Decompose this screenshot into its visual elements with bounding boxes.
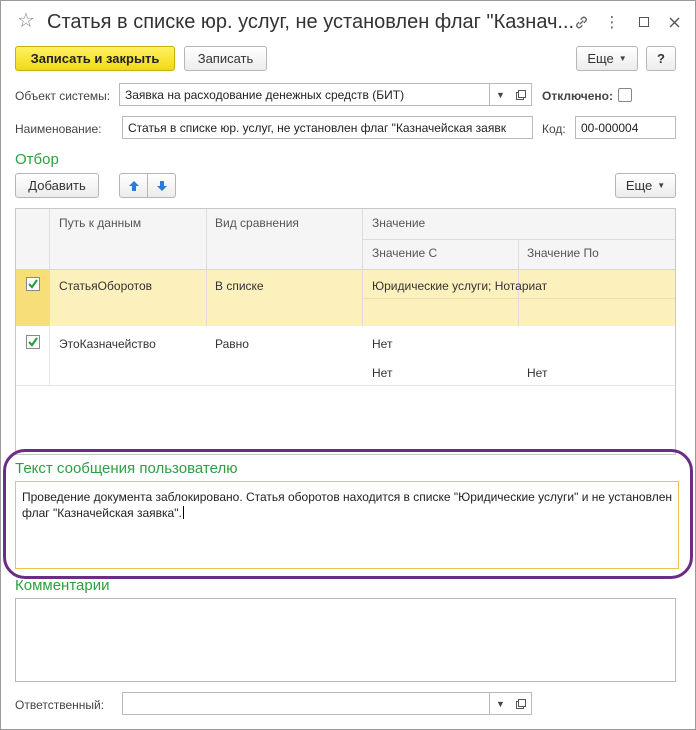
comments-textarea[interactable]: [15, 598, 676, 682]
arrow-up-icon: [128, 180, 139, 191]
arrow-down-icon: [156, 180, 167, 191]
save-and-close-button[interactable]: Записать и закрыть: [15, 46, 175, 71]
window-title: Статья в списке юр. услуг, не установлен…: [47, 11, 575, 33]
comments-section-title: Комментарии: [15, 577, 110, 594]
caret-down-icon: ▼: [618, 54, 627, 63]
filter-section-title: Отбор: [15, 151, 59, 168]
responsible-field[interactable]: [122, 692, 490, 715]
close-icon[interactable]: [663, 11, 685, 33]
name-label: Наименование:: [15, 122, 102, 136]
message-section-title: Текст сообщения пользователю: [15, 460, 238, 477]
responsible-dropdown-button[interactable]: ▼: [490, 692, 512, 715]
caret-down-icon: ▼: [657, 181, 666, 190]
row-1-comparison: В списке: [215, 279, 264, 293]
row-1-value[interactable]: Юридические услуги; Нотариат: [372, 279, 547, 293]
favorite-star-icon[interactable]: ☆: [17, 11, 35, 31]
message-textarea[interactable]: Проведение документа заблокировано. Стат…: [15, 481, 679, 569]
filter-table: Путь к данным Вид сравнения Значение Зна…: [15, 208, 676, 455]
column-value[interactable]: Значение: [372, 216, 425, 230]
row-2-comparison: Равно: [215, 337, 249, 351]
more-button[interactable]: Еще ▼: [576, 46, 638, 71]
object-label: Объект системы:: [15, 89, 111, 103]
form-window: ☆ Статья в списке юр. услуг, не установл…: [0, 0, 696, 730]
responsible-open-button[interactable]: [511, 692, 532, 715]
code-label: Код:: [542, 122, 566, 136]
responsible-label: Ответственный:: [15, 698, 105, 712]
checkmark-icon: [28, 337, 38, 347]
filter-more-label: Еще: [625, 178, 653, 193]
help-button[interactable]: ?: [646, 46, 676, 71]
message-text: Проведение документа заблокировано. Стат…: [22, 490, 672, 520]
filter-more-button[interactable]: Еще ▼: [615, 173, 676, 198]
row-2-value-to[interactable]: Нет: [527, 366, 547, 380]
more-actions-icon[interactable]: ⋮: [601, 11, 623, 33]
object-dropdown-button[interactable]: ▼: [490, 83, 512, 106]
link-icon[interactable]: [570, 11, 592, 33]
maximize-icon[interactable]: [633, 11, 655, 33]
column-path[interactable]: Путь к данным: [59, 216, 141, 230]
disabled-checkbox[interactable]: [618, 88, 632, 102]
column-value-to[interactable]: Значение По: [527, 246, 599, 260]
open-window-icon: [516, 698, 526, 709]
open-window-icon: [516, 89, 526, 100]
text-cursor: [182, 506, 184, 519]
row-1-path: СтатьяОборотов: [59, 279, 153, 293]
column-comparison[interactable]: Вид сравнения: [215, 216, 299, 230]
save-button[interactable]: Записать: [184, 46, 267, 71]
row-2-path: ЭтоКазначейство: [59, 337, 156, 351]
more-button-label: Еще: [587, 51, 614, 66]
chevron-down-icon: ▼: [496, 698, 505, 709]
row-1-checkbox[interactable]: [26, 277, 40, 291]
move-down-button[interactable]: [147, 173, 176, 198]
move-up-button[interactable]: [119, 173, 148, 198]
column-value-from[interactable]: Значение С: [372, 246, 437, 260]
checkmark-icon: [28, 279, 38, 289]
disabled-label: Отключено:: [542, 89, 613, 103]
row-2-checkbox[interactable]: [26, 335, 40, 349]
row-2-value-from[interactable]: Нет: [372, 366, 392, 380]
object-field[interactable]: Заявка на расходование денежных средств …: [119, 83, 490, 106]
add-button[interactable]: Добавить: [15, 173, 99, 198]
code-input[interactable]: 00-000004: [575, 116, 676, 139]
chevron-down-icon: ▼: [496, 89, 505, 100]
name-input[interactable]: Статья в списке юр. услуг, не установлен…: [122, 116, 533, 139]
object-open-button[interactable]: [511, 83, 532, 106]
row-2-value[interactable]: Нет: [372, 337, 392, 351]
